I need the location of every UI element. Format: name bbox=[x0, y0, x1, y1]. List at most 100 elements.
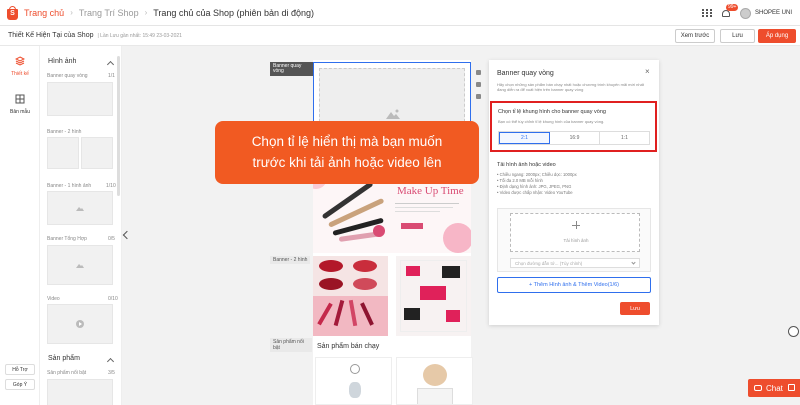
trash-icon[interactable] bbox=[476, 94, 481, 99]
component-tile-featured[interactable] bbox=[47, 379, 113, 405]
help-circle-icon[interactable] bbox=[788, 326, 799, 337]
support-button[interactable]: Hỗ Trợ bbox=[5, 364, 35, 375]
image-placeholder-icon bbox=[386, 109, 400, 119]
component-label: Video bbox=[47, 296, 60, 302]
section-tools bbox=[476, 70, 484, 106]
settings-description: Hãy chọn những sản phẩm bán chạy nhất ho… bbox=[497, 82, 644, 92]
component-label: Banner quay vòng bbox=[47, 73, 88, 79]
image-icon bbox=[76, 264, 84, 268]
chevron-up-icon[interactable] bbox=[106, 60, 115, 69]
chevron-left-icon[interactable] bbox=[122, 230, 132, 240]
top-bar: S Trang chủ › Trang Trí Shop › Trang chủ… bbox=[0, 0, 800, 26]
aspect-ratio-title: Chọn tỉ lệ khung hình cho banner quay vò… bbox=[498, 109, 606, 115]
template-icon bbox=[15, 94, 25, 104]
scrollbar[interactable] bbox=[117, 56, 120, 196]
breadcrumb: Trang chủ › Trang Trí Shop › Trang chủ c… bbox=[24, 8, 314, 18]
apps-grid-icon[interactable] bbox=[701, 8, 712, 18]
component-label: Banner - 1 hình ảnh bbox=[47, 183, 92, 189]
component-count: 1/10 bbox=[106, 183, 116, 189]
component-count: 0/5 bbox=[108, 236, 115, 242]
product-card[interactable] bbox=[315, 357, 392, 405]
component-count: 0/10 bbox=[108, 296, 118, 302]
chat-button[interactable]: Chat bbox=[748, 379, 800, 397]
aspect-ratio-section: Chọn tỉ lệ khung hình cho banner quay vò… bbox=[490, 101, 657, 152]
link-select-placeholder: Chọn đường dẫn tớ... (Tùy chỉnh) bbox=[515, 261, 583, 266]
component-count: 3/5 bbox=[108, 370, 115, 376]
play-icon bbox=[76, 320, 84, 328]
arrow-up-icon[interactable] bbox=[476, 70, 481, 75]
aspect-ratio-selector: 2:1 16:9 1:1 bbox=[498, 131, 650, 145]
add-image-video-button[interactable]: + Thêm Hình ảnh & Thêm Video(1/6) bbox=[497, 277, 651, 293]
apply-button[interactable]: Áp dụng bbox=[758, 29, 796, 43]
username[interactable]: SHOPEE UNI bbox=[755, 10, 792, 16]
callout-line-2: trước khi tải ảnh hoặc video lên bbox=[252, 155, 442, 170]
chat-label: Chat bbox=[766, 383, 783, 393]
makeup-title: Make Up Time bbox=[397, 185, 464, 197]
arrow-down-icon[interactable] bbox=[476, 82, 481, 87]
breadcrumb-shop-decoration[interactable]: Trang Trí Shop bbox=[79, 8, 139, 18]
shopee-logo-icon[interactable]: S bbox=[6, 5, 19, 20]
nav-design[interactable]: Thiết kế bbox=[0, 56, 40, 77]
ratio-option-1-1[interactable]: 1:1 bbox=[600, 132, 649, 144]
component-tile-carousel[interactable] bbox=[47, 82, 113, 116]
chevron-right-icon: › bbox=[144, 8, 148, 17]
image-icon bbox=[76, 207, 84, 211]
chevron-down-icon bbox=[631, 260, 636, 265]
upload-dropzone[interactable]: Tải hình ảnh bbox=[510, 213, 640, 252]
component-tile-two-images[interactable] bbox=[81, 137, 113, 169]
upload-spec: • Video được chấp nhận: Video YouTube bbox=[497, 190, 573, 195]
component-count: 1/1 bbox=[108, 73, 115, 79]
notification-badge: 99+ bbox=[725, 4, 739, 11]
feedback-button[interactable]: Góp Ý bbox=[5, 379, 35, 390]
left-nav: Thiết kế Bản mẫu Hỗ Trợ Góp Ý bbox=[0, 46, 40, 405]
best-sellers-title: Sản phẩm bán chạy bbox=[317, 343, 380, 350]
chevron-right-icon: › bbox=[70, 8, 73, 17]
sale-tag bbox=[404, 308, 420, 320]
makeup-cta bbox=[401, 223, 423, 229]
close-icon[interactable]: × bbox=[645, 67, 650, 76]
component-label: Banner - 2 hình bbox=[47, 129, 82, 135]
lips-shape bbox=[353, 278, 377, 290]
product-card[interactable] bbox=[396, 357, 473, 405]
chevron-up-icon[interactable] bbox=[106, 357, 115, 366]
makeup-banner-image: Make Up Time bbox=[313, 175, 471, 253]
avatar[interactable] bbox=[739, 7, 751, 19]
chat-bubble-icon bbox=[754, 385, 762, 391]
settings-save-button[interactable]: Lưu bbox=[620, 302, 650, 315]
instruction-callout: Chọn tỉ lệ hiển thị mà bạn muốn trước kh… bbox=[215, 121, 479, 184]
expand-icon[interactable] bbox=[788, 384, 795, 391]
bell-icon[interactable]: 99+ bbox=[720, 4, 739, 19]
save-button[interactable]: Lưu bbox=[720, 29, 755, 43]
component-panel: Hình ảnh Banner quay vòng 1/1 Banner - 2… bbox=[40, 46, 122, 405]
nav-design-label: Thiết kế bbox=[11, 71, 29, 77]
component-tile-video[interactable] bbox=[47, 304, 113, 344]
lips-shape bbox=[319, 260, 343, 272]
component-tile-two-images[interactable] bbox=[47, 137, 79, 169]
component-label: Banner Tổng Hợp bbox=[47, 236, 87, 242]
settings-title: Banner quay vòng bbox=[497, 70, 554, 77]
makeup-body-text bbox=[395, 203, 459, 212]
page-title: Trang chủ của Shop (phiên bản di động) bbox=[153, 7, 315, 18]
upload-label: Tải hình ảnh bbox=[563, 238, 589, 243]
products-heading: Sản phẩm bbox=[48, 355, 80, 362]
sale-tag bbox=[442, 266, 460, 278]
sale-image bbox=[396, 256, 471, 336]
flower-decoration bbox=[443, 223, 471, 253]
component-tile-single-image[interactable] bbox=[47, 191, 113, 225]
necklace-shape bbox=[350, 364, 360, 374]
aspect-ratio-hint: Bạn có thể tùy chỉnh tỉ lệ khung hình củ… bbox=[498, 119, 605, 124]
upload-specs: • Chiều ngang: 2000px; Chiều dọc: 1000px… bbox=[497, 172, 647, 196]
sale-tag bbox=[446, 310, 460, 322]
design-toolbar: Thiết Kế Hiện Tại của Shop | Lần Lưu gần… bbox=[0, 26, 800, 46]
section-label-featured: Sản phẩm nổi bật bbox=[270, 338, 312, 352]
component-tile-mixed[interactable] bbox=[47, 245, 113, 285]
link-select[interactable]: Chọn đường dẫn tớ... (Tùy chỉnh) bbox=[510, 258, 640, 268]
ratio-option-16-9[interactable]: 16:9 bbox=[550, 132, 600, 144]
breadcrumb-home[interactable]: Trang chủ bbox=[24, 8, 64, 18]
preview-button[interactable]: Xem trước bbox=[675, 29, 715, 43]
ratio-option-2-1[interactable]: 2:1 bbox=[499, 132, 550, 144]
lips-image bbox=[313, 256, 388, 336]
nav-templates[interactable]: Bản mẫu bbox=[0, 94, 40, 115]
sale-tag bbox=[406, 266, 420, 276]
section-label-two-images: Banner - 2 hình bbox=[270, 256, 311, 264]
